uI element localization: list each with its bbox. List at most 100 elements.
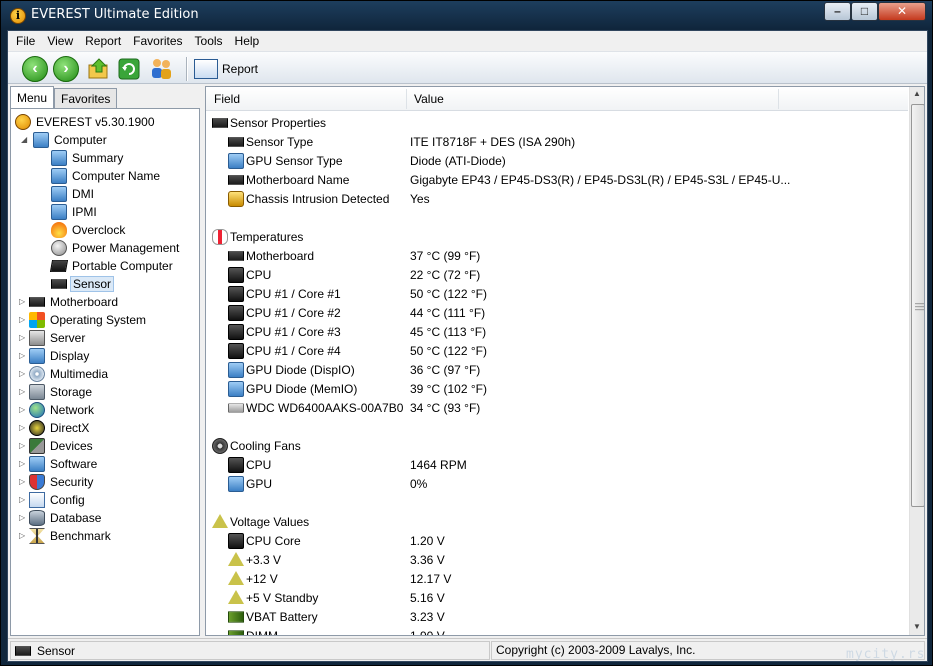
tree-item-database[interactable]: Database — [29, 509, 103, 527]
group-header[interactable]: Temperatures — [206, 228, 906, 247]
tree-item-overclock[interactable]: Overclock — [51, 221, 127, 239]
column-header: Field Value — [206, 87, 908, 111]
menu-help[interactable]: Help — [229, 31, 266, 51]
tree-item-operating-system[interactable]: Operating System — [29, 311, 148, 329]
table-row[interactable]: +5 V Standby 5.16 V — [206, 589, 906, 608]
table-row[interactable]: CPU #1 / Core #2 44 °C (111 °F) — [206, 304, 906, 323]
tree-item-computer[interactable]: Computer — [33, 131, 109, 149]
table-row[interactable]: +12 V 12.17 V — [206, 570, 906, 589]
column-field-header[interactable]: Field — [214, 92, 240, 106]
expand-icon[interactable]: ▷ — [19, 459, 28, 468]
table-row[interactable]: Motherboard 37 °C (99 °F) — [206, 247, 906, 266]
tree-item-devices[interactable]: Devices — [29, 437, 95, 455]
tree-item-security[interactable]: Security — [29, 473, 95, 491]
scroll-up-icon[interactable]: ▲ — [913, 89, 921, 98]
table-row[interactable]: CPU Core 1.20 V — [206, 532, 906, 551]
monitor-icon — [228, 153, 244, 169]
scrollbar-thumb[interactable]: — — — — [911, 104, 924, 507]
table-row[interactable]: VBAT Battery 3.23 V — [206, 608, 906, 627]
column-divider[interactable] — [778, 89, 779, 109]
group-header[interactable]: Sensor Properties — [206, 114, 906, 133]
forward-arrow-icon[interactable]: › — [53, 56, 79, 82]
expand-icon[interactable]: ▷ — [19, 297, 28, 306]
expand-icon[interactable]: ▷ — [19, 423, 28, 432]
expand-icon[interactable]: ▷ — [19, 513, 28, 522]
monitor-icon — [228, 476, 244, 492]
tree-item-motherboard[interactable]: Motherboard — [29, 293, 120, 311]
table-row[interactable]: CPU #1 / Core #3 45 °C (113 °F) — [206, 323, 906, 342]
tree-item-network[interactable]: Network — [29, 401, 96, 419]
expand-icon[interactable]: ▷ — [19, 477, 28, 486]
expand-icon[interactable]: ▷ — [19, 531, 28, 540]
menu-report[interactable]: Report — [79, 31, 127, 51]
expand-icon[interactable]: ▷ — [19, 441, 28, 450]
table-row[interactable]: DIMM 1.90 V — [206, 627, 906, 635]
table-row[interactable]: GPU Diode (DispIO) 36 °C (97 °F) — [206, 361, 906, 380]
table-row[interactable]: GPU Sensor Type Diode (ATI-Diode) — [206, 152, 906, 171]
tree-item-summary[interactable]: Summary — [51, 149, 125, 167]
cpu-icon — [228, 305, 244, 321]
navigation-tree[interactable]: EVEREST v5.30.1900 ◢ Computer Summary Com… — [10, 108, 200, 636]
table-row[interactable]: CPU 22 °C (72 °F) — [206, 266, 906, 285]
tree-item-sensor[interactable]: Sensor — [51, 275, 115, 293]
tree-item-power-management[interactable]: Power Management — [51, 239, 181, 257]
scroll-down-icon[interactable]: ▼ — [913, 622, 921, 631]
group-header[interactable]: Cooling Fans — [206, 437, 906, 456]
maximize-button[interactable]: □ — [851, 2, 878, 21]
table-row[interactable]: Sensor Type ITE IT8718F + DES (ISA 290h) — [206, 133, 906, 152]
table-row[interactable]: WDC WD6400AAKS-00A7B0 34 °C (93 °F) — [206, 399, 906, 418]
tree-item-portable-computer[interactable]: Portable Computer — [49, 257, 175, 275]
close-button[interactable]: ✕ — [878, 2, 926, 21]
tree-item-display[interactable]: Display — [29, 347, 91, 365]
expand-icon[interactable]: ▷ — [19, 333, 28, 342]
refresh-icon[interactable] — [116, 56, 142, 82]
tab-favorites[interactable]: Favorites — [54, 88, 118, 108]
tree-item-dmi[interactable]: DMI — [51, 185, 96, 203]
window-title: EVEREST Ultimate Edition — [31, 7, 199, 22]
tree-item-config[interactable]: Config — [29, 491, 87, 509]
tree-item-storage[interactable]: Storage — [29, 383, 94, 401]
menu-favorites[interactable]: Favorites — [127, 31, 188, 51]
table-row[interactable]: GPU 0% — [206, 475, 906, 494]
column-value-header[interactable]: Value — [414, 92, 444, 106]
expand-icon[interactable]: ▷ — [19, 369, 28, 378]
title-bar[interactable]: i EVEREST Ultimate Edition – □ ✕ — [1, 1, 932, 30]
table-row[interactable]: +3.3 V 3.36 V — [206, 551, 906, 570]
expand-icon[interactable]: ▷ — [19, 495, 28, 504]
minimize-button[interactable]: – — [824, 2, 851, 21]
tree-item-software[interactable]: Software — [29, 455, 99, 473]
app-info-icon[interactable]: i — [10, 8, 26, 24]
expand-icon[interactable]: ▷ — [19, 315, 28, 324]
collapse-icon[interactable]: ◢ — [21, 135, 30, 144]
table-row[interactable]: Chassis Intrusion Detected Yes — [206, 190, 906, 209]
table-row[interactable]: CPU #1 / Core #1 50 °C (122 °F) — [206, 285, 906, 304]
table-row[interactable]: GPU Diode (MemIO) 39 °C (102 °F) — [206, 380, 906, 399]
expand-icon[interactable]: ▷ — [19, 351, 28, 360]
table-row[interactable]: Motherboard Name Gigabyte EP43 / EP45-DS3… — [206, 171, 906, 190]
table-row[interactable]: CPU #1 / Core #4 50 °C (122 °F) — [206, 342, 906, 361]
menu-tools[interactable]: Tools — [189, 31, 229, 51]
tree-item-benchmark[interactable]: Benchmark — [29, 527, 113, 545]
expand-icon[interactable]: ▷ — [19, 405, 28, 414]
tree-item-ipmi[interactable]: IPMI — [51, 203, 99, 221]
group-header[interactable]: Voltage Values — [206, 513, 906, 532]
column-divider[interactable] — [406, 89, 407, 109]
tree-item-multimedia[interactable]: Multimedia — [29, 365, 110, 383]
tree-root[interactable]: EVEREST v5.30.1900 — [15, 113, 157, 131]
tab-menu[interactable]: Menu — [10, 86, 55, 108]
tree-item-server[interactable]: Server — [29, 329, 87, 347]
tree-item-computer-name[interactable]: Computer Name — [51, 167, 162, 185]
users-icon[interactable] — [148, 56, 174, 82]
menu-view[interactable]: View — [41, 31, 79, 51]
config-icon — [29, 492, 45, 508]
everest-icon — [15, 114, 31, 130]
expand-icon[interactable]: ▷ — [19, 387, 28, 396]
back-arrow-icon[interactable]: ‹ — [22, 56, 48, 82]
up-folder-icon[interactable] — [86, 56, 112, 82]
menu-file[interactable]: File — [10, 31, 41, 51]
field-cell: GPU Sensor Type — [246, 154, 343, 168]
tree-item-directx[interactable]: DirectX — [29, 419, 91, 437]
report-button[interactable]: Report — [194, 57, 258, 81]
vertical-scrollbar[interactable]: ▲ — — — ▼ — [909, 87, 924, 635]
table-row[interactable]: CPU 1464 RPM — [206, 456, 906, 475]
